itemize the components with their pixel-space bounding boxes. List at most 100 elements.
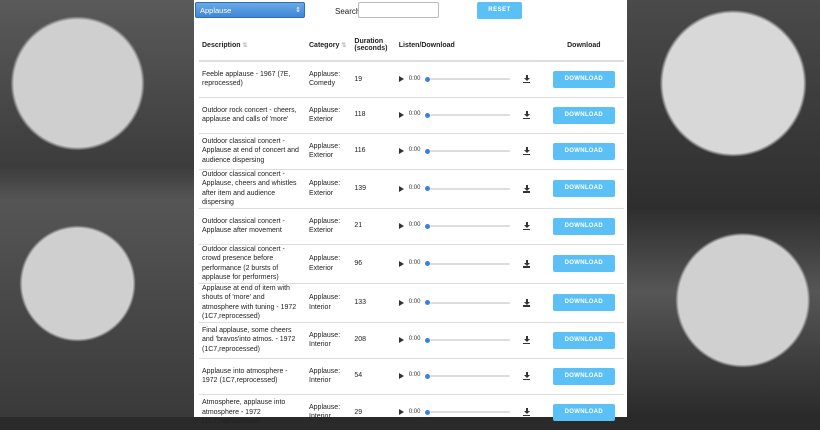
table-header-row: Description ⇅ Category ⇅ Duration (seconds)…: [199, 30, 624, 62]
table-row: Feeble applause - 1967 (7E, reprocessed)…: [199, 60, 624, 97]
header-download: Download: [543, 30, 624, 62]
seek-track[interactable]: [430, 187, 511, 190]
row-download-cell: DOWNLOAD: [543, 96, 624, 133]
row-description: Final applause, some cheers and 'bravos'…: [199, 321, 306, 358]
seek-track[interactable]: [430, 114, 511, 116]
row-description: Outdoor classical concert - Applause, ch…: [199, 168, 306, 208]
row-category: Applause: Interior: [306, 357, 352, 394]
table-row: Outdoor rock concert - cheers, applause …: [199, 96, 624, 133]
row-duration: 54: [351, 357, 396, 394]
seek-track[interactable]: [430, 78, 511, 81]
play-icon[interactable]: [398, 337, 404, 343]
header-download-label: Download: [567, 41, 601, 49]
row-description: Applause into atmosphere - 1972 (1C7,rep…: [199, 357, 306, 394]
download-button[interactable]: DOWNLOAD: [552, 255, 615, 272]
table-row: Outdoor classical concert - Applause at …: [199, 132, 624, 169]
seek-track[interactable]: [430, 150, 511, 152]
row-category: Applause: Interior: [306, 393, 352, 430]
row-player-cell: 0:00: [395, 282, 544, 322]
header-description[interactable]: Description ⇅: [199, 30, 306, 62]
seek-track[interactable]: [430, 375, 511, 377]
audio-player: 0:00: [398, 406, 541, 418]
download-button[interactable]: DOWNLOAD: [552, 331, 615, 349]
seek-track[interactable]: [430, 301, 511, 304]
player-time: 0:00: [408, 259, 421, 266]
header-category[interactable]: Category ⇅: [306, 30, 352, 62]
play-icon[interactable]: [398, 112, 404, 118]
row-download-cell: DOWNLOAD: [543, 282, 624, 322]
header-listen-label: Listen/Download: [398, 41, 455, 49]
seek-track[interactable]: [430, 339, 511, 341]
row-description: Applause at end of item with shouts of '…: [199, 282, 306, 322]
download-button[interactable]: DOWNLOAD: [552, 367, 615, 385]
header-duration[interactable]: Duration (seconds): [351, 30, 396, 62]
download-icon[interactable]: [523, 259, 531, 268]
row-category: Applause: Interior: [306, 321, 352, 358]
download-button[interactable]: DOWNLOAD: [552, 294, 615, 311]
seek-track[interactable]: [430, 225, 511, 227]
row-description: Outdoor classical concert - Applause aft…: [199, 207, 306, 244]
download-button[interactable]: DOWNLOAD: [552, 217, 615, 235]
row-download-cell: DOWNLOAD: [543, 132, 624, 169]
row-player-cell: 0:00: [395, 168, 544, 208]
row-duration: 118: [351, 96, 396, 133]
download-icon[interactable]: [523, 336, 531, 344]
reset-button[interactable]: RESET: [477, 2, 522, 19]
row-download-cell: DOWNLOAD: [543, 393, 624, 430]
player-time: 0:00: [408, 372, 421, 379]
download-button[interactable]: DOWNLOAD: [552, 106, 615, 124]
download-icon[interactable]: [523, 184, 531, 193]
play-icon[interactable]: [398, 409, 404, 416]
play-icon[interactable]: [398, 76, 404, 83]
download-icon[interactable]: [523, 408, 531, 417]
player-time: 0:00: [408, 222, 421, 229]
seek-track[interactable]: [430, 262, 511, 265]
row-duration: 96: [351, 243, 396, 283]
download-icon[interactable]: [523, 222, 531, 230]
download-icon[interactable]: [523, 372, 531, 380]
row-download-cell: DOWNLOAD: [543, 168, 624, 208]
sort-icon: ⇅: [242, 42, 248, 49]
play-icon[interactable]: [398, 185, 404, 192]
category-select[interactable]: Applause ⇕: [195, 2, 305, 18]
player-time: 0:00: [408, 111, 421, 118]
play-icon[interactable]: [398, 260, 404, 267]
row-download-cell: DOWNLOAD: [543, 321, 624, 358]
play-icon[interactable]: [398, 223, 404, 229]
play-icon[interactable]: [398, 299, 404, 306]
download-button[interactable]: DOWNLOAD: [552, 403, 615, 421]
row-description: Feeble applause - 1967 (7E, reprocessed): [199, 60, 306, 97]
header-category-label: Category: [309, 41, 340, 49]
audio-player: 0:00: [398, 220, 541, 232]
row-download-cell: DOWNLOAD: [543, 207, 624, 244]
player-time: 0:00: [408, 298, 421, 305]
row-duration: 208: [351, 321, 396, 358]
player-time: 0:00: [408, 75, 421, 82]
download-icon[interactable]: [523, 111, 531, 119]
download-icon[interactable]: [523, 75, 531, 84]
download-icon[interactable]: [523, 298, 531, 307]
row-player-cell: 0:00: [395, 132, 544, 169]
download-icon[interactable]: [523, 147, 531, 155]
row-duration: 133: [351, 282, 396, 322]
audio-player: 0:00: [398, 297, 541, 309]
seek-track[interactable]: [430, 411, 511, 414]
download-button[interactable]: DOWNLOAD: [552, 142, 615, 160]
audio-player: 0:00: [398, 370, 541, 382]
row-download-cell: DOWNLOAD: [543, 60, 624, 97]
background-photo-right: [627, 0, 820, 417]
download-button[interactable]: DOWNLOAD: [552, 70, 615, 88]
audio-player: 0:00: [398, 145, 541, 157]
header-listen: Listen/Download: [395, 30, 544, 62]
play-icon[interactable]: [398, 148, 404, 154]
table-row: Outdoor classical concert - Applause aft…: [199, 207, 624, 244]
header-duration-label-2: (seconds): [354, 45, 388, 52]
row-duration: 19: [351, 60, 396, 97]
player-time: 0:00: [408, 408, 421, 415]
play-icon[interactable]: [398, 373, 404, 379]
download-button[interactable]: DOWNLOAD: [552, 180, 615, 197]
audio-player: 0:00: [398, 73, 541, 85]
row-category: Applause: Exterior: [306, 96, 352, 133]
row-player-cell: 0:00: [395, 207, 544, 244]
search-input[interactable]: [358, 2, 439, 18]
